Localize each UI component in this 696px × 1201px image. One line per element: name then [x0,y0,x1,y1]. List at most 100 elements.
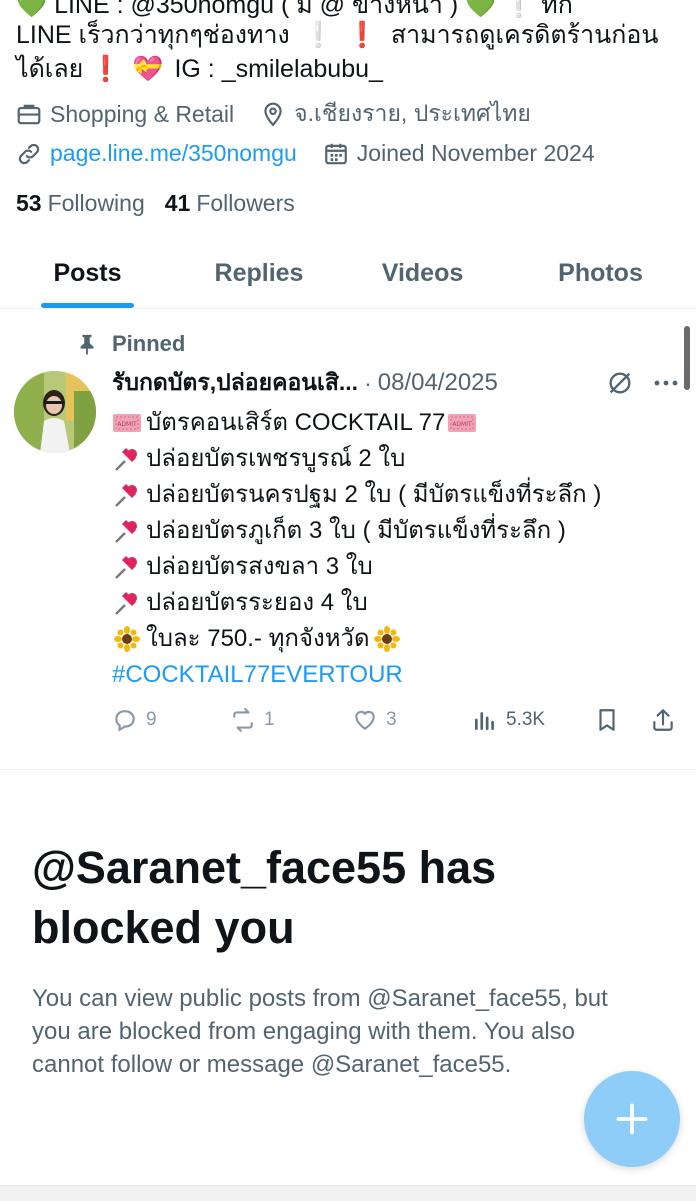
location-label: จ.เชียงราย, ประเทศไทย [294,100,531,126]
red-exclamation-icon: ❗ [346,21,378,49]
followers-value: 41 [164,190,191,216]
post-line: ปล่อยบัตรระยอง 4 ใบ [112,585,682,621]
following-value: 53 [16,190,42,216]
follow-counts: 53 Following 41 Followers [16,190,315,217]
profile-category: Shopping & Retail [16,101,234,128]
share-icon [653,709,673,731]
bio-instagram: IG : _smilelabubu_ [174,55,383,83]
bio-line-2: ได้เลย ❗ 💝 IG : _smilelabubu_ [16,52,686,86]
avatar[interactable] [14,371,96,453]
bottom-bar [0,1185,696,1201]
tab-replies[interactable]: Replies [190,238,328,308]
pushpin-icon [112,518,142,544]
profile-joined: Joined November 2024 [323,140,595,167]
repost-count: 1 [264,709,275,730]
post-author-name[interactable]: รับกดบัตร,ปล่อยคอนเสิ... [112,365,358,401]
post-header: รับกดบัตร,ปล่อยคอนเสิ... · 08/04/2025 [112,365,498,401]
location-pin-icon [264,102,282,127]
repost-icon [233,708,253,732]
bio-line-1-tail: สามารถดูเครดิตร้านก่อน [390,21,659,49]
followers-label: Followers [196,190,295,216]
plus-icon [616,1103,648,1135]
post-line-text: ปล่อยบัตรนครปฐม 2 ใบ ( มีบัตรแข็งที่ระลึ… [146,481,602,508]
website-link[interactable]: page.line.me/350nomgu [50,140,297,167]
red-exclamation-icon: ❗ [90,55,122,83]
link-icon [18,143,40,164]
pinned-indicator: Pinned [76,331,185,357]
bio-line-2-start: ได้เลย [16,55,84,83]
post-date[interactable]: 08/04/2025 [378,369,498,397]
views-button[interactable]: 5.3K [472,707,545,733]
post-line-text: ปล่อยบัตรสงขลา 3 ใบ [146,553,373,580]
pinned-label: Pinned [112,331,186,356]
post-body: ADMIT บัตรคอนเสิร์ต COCKTAIL 77 ADMIT ปล… [112,405,682,693]
profile-meta-row-2: page.line.me/350nomgu Joined November 20… [16,140,621,167]
post-line: ปล่อยบัตรภูเก็ต 3 ใบ ( มีบัตรแข็งที่ระลึ… [112,513,682,549]
post-line: ใบละ 750.- ทุกจังหวัด [112,621,682,657]
post-line-text: ใบละ 750.- ทุกจังหวัด [146,625,370,652]
profile-meta-row-1: Shopping & Retail จ.เชียงราย, ประเทศไทย [16,96,557,132]
sunflower-icon [372,626,402,652]
like-count: 3 [386,709,397,730]
post-line: ปล่อยบัตรสงขลา 3 ใบ [112,549,682,585]
svg-text:ADMIT: ADMIT [117,421,137,428]
post-line: ADMIT บัตรคอนเสิร์ต COCKTAIL 77 ADMIT [112,405,682,441]
post-hashtag[interactable]: #COCKTAIL77EVERTOUR [112,657,682,693]
calendar-icon [324,143,347,164]
pushpin-icon [112,554,142,580]
pushpin-icon [112,446,142,472]
post-line-text: ปล่อยบัตรระยอง 4 ใบ [146,589,368,616]
tab-videos[interactable]: Videos [355,238,490,308]
profile-bio: 💚 LINE : @350nomgu ( มี @ ข้างหน้า ) 💚 ❕… [16,0,686,86]
repost-button[interactable]: 1 [230,707,275,733]
tab-posts[interactable]: Posts [22,238,153,308]
heart-icon [355,710,375,730]
scrollbar-thumb[interactable] [684,326,690,390]
bio-line-top: 💚 LINE : @350nomgu ( มี @ ข้างหน้า ) 💚 ❕… [16,0,573,18]
views-count: 5.3K [506,709,546,730]
post-actions: 9 1 3 5.3K [112,707,682,737]
pushpin-icon [112,482,142,508]
pinned-post[interactable]: Pinned รับกดบัตร,ปล่อยคอนเสิ... · 08/04/… [0,309,696,770]
profile-location: จ.เชียงราย, ประเทศไทย [260,96,531,132]
bookmark-button[interactable] [594,707,628,733]
blocked-message: You can view public posts from @Saranet_… [32,985,608,1078]
like-button[interactable]: 3 [352,707,397,733]
sunflower-icon [112,626,142,652]
share-button[interactable] [650,707,684,733]
bookmark-icon [599,709,615,731]
pushpin-icon [112,590,142,616]
post-line-text: ปล่อยบัตรภูเก็ต 3 ใบ ( มีบัตรแข็งที่ระลึ… [146,517,566,544]
avatar-photo-icon [14,371,96,453]
grok-icon[interactable] [606,369,634,397]
ticket-icon: ADMIT [112,410,142,436]
bio-line-1: LINE เร็วกว่าทุกๆช่องทาง ❕ ❗ สามารถดูเคร… [16,18,686,52]
profile-website[interactable]: page.line.me/350nomgu [16,140,297,167]
profile-tabs: Posts Replies Videos Photos [0,238,696,309]
reply-button[interactable]: 9 [112,707,157,733]
ticket-icon: ADMIT [447,410,477,436]
blocked-title: @Saranet_face55 has blocked you [32,842,497,953]
more-options-icon[interactable] [652,373,680,393]
following-count[interactable]: 53 Following [16,190,145,217]
tab-photos[interactable]: Photos [532,238,669,308]
white-exclamation-icon: ❕ [302,21,334,49]
post-line: ปล่อยบัตรนครปฐม 2 ใบ ( มีบัตรแข็งที่ระลึ… [112,477,682,513]
svg-text:ADMIT: ADMIT [453,421,473,428]
reply-icon [115,710,135,732]
reply-count: 9 [146,709,157,730]
briefcase-icon [17,104,41,125]
bio-line-1-text: LINE เร็วกว่าทุกๆช่องทาง [16,21,290,49]
pin-icon [80,334,94,355]
compose-button[interactable] [584,1071,680,1167]
post-line: ปล่อยบัตรเพชรบูรณ์ 2 ใบ [112,441,682,477]
followers-count[interactable]: 41 Followers [165,190,295,217]
heart-ribbon-icon: 💝 [132,55,164,83]
post-line-text: บัตรคอนเสิร์ต COCKTAIL 77 [146,409,446,436]
post-line-text: ปล่อยบัตรเพชรบูรณ์ 2 ใบ [146,445,406,472]
header-separator: · [364,369,372,396]
following-label: Following [47,190,145,216]
joined-label: Joined November 2024 [356,140,595,166]
active-tab-indicator [41,303,134,308]
category-label: Shopping & Retail [50,100,235,127]
